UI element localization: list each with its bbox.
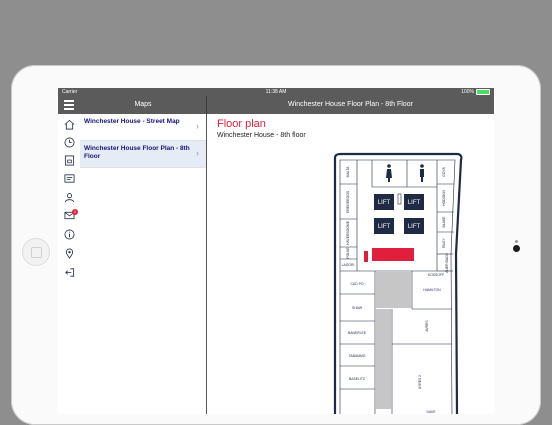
sensor-dot bbox=[515, 240, 518, 243]
room-label: GREGREGOS bbox=[346, 190, 350, 213]
list-item-label: Winchester House Floor Plan - 8th Floor bbox=[84, 145, 190, 160]
room-label: LAGORI bbox=[342, 263, 355, 267]
lift-label: LIFT bbox=[378, 200, 391, 206]
coffee-machine-icon[interactable] bbox=[64, 155, 75, 166]
floor-plan-detail: Floor plan Winchester House - 8th floor bbox=[207, 114, 494, 414]
battery-percent: 100% bbox=[461, 89, 474, 95]
lift-label: LIFT bbox=[408, 224, 421, 230]
id-card-icon[interactable] bbox=[64, 173, 75, 184]
room-label: BANERLEE bbox=[348, 331, 367, 335]
icon-sidebar: 1 bbox=[58, 114, 81, 414]
floor-plan-map[interactable]: LIFT LIFT LIFT LIFT MALTA GREGREGOS HAVE… bbox=[207, 114, 494, 414]
info-icon[interactable] bbox=[64, 229, 75, 240]
hamburger-menu-icon[interactable] bbox=[64, 100, 74, 110]
lift-label: LIFT bbox=[378, 224, 391, 230]
room-label: KOSSOFF bbox=[428, 273, 444, 277]
camera-icon bbox=[513, 245, 520, 252]
room-label: AUER BACH bbox=[445, 253, 449, 273]
reception-area[interactable] bbox=[372, 248, 414, 261]
list-item-floor-plan[interactable]: Winchester House Floor Plan - 8th Floor … bbox=[80, 141, 206, 168]
room-label: HAMILTON bbox=[423, 288, 441, 292]
room-label: TABAMMO bbox=[349, 354, 366, 358]
location-pin-icon[interactable] bbox=[64, 248, 75, 259]
home-icon[interactable] bbox=[64, 119, 75, 130]
chevron-right-icon: › bbox=[196, 148, 199, 158]
chevron-right-icon: › bbox=[196, 121, 199, 131]
app-screen: Carrier 11:38 AM 100% Maps Winchester Ho… bbox=[58, 88, 494, 414]
battery-status: 100% bbox=[461, 88, 490, 96]
room-label: RILEY bbox=[442, 237, 446, 248]
status-time: 11:38 AM bbox=[265, 89, 287, 95]
list-item-label: Winchester House - Street Map bbox=[84, 118, 180, 125]
mail-badge: 1 bbox=[72, 209, 78, 215]
status-bar: Carrier 11:38 AM 100% bbox=[58, 88, 494, 96]
room-label: GOYA bbox=[442, 166, 446, 176]
home-button[interactable] bbox=[22, 238, 50, 266]
room-label: CAD PO bbox=[351, 282, 364, 286]
maps-nav-title: Maps bbox=[134, 101, 152, 108]
battery-icon bbox=[476, 89, 490, 95]
list-item-street-map[interactable]: Winchester House - Street Map › bbox=[80, 114, 206, 141]
room-label: DAVE bbox=[427, 410, 437, 414]
logout-icon[interactable] bbox=[64, 267, 75, 278]
room-label: SHAW bbox=[352, 306, 363, 310]
room-label: HODGKIN bbox=[442, 190, 446, 206]
contacts-icon[interactable] bbox=[64, 192, 75, 203]
room-label: MALTA bbox=[346, 166, 350, 178]
room-label: BASELITZ bbox=[349, 377, 365, 381]
room-label: POLKE bbox=[346, 247, 350, 259]
clock-icon[interactable] bbox=[64, 137, 75, 148]
maps-list: Winchester House - Street Map › Winchest… bbox=[80, 114, 206, 414]
detail-nav-title: Winchester House Floor Plan - 8th Floor bbox=[288, 101, 413, 108]
room-label: BLAKE bbox=[442, 216, 446, 228]
lift-label: LIFT bbox=[408, 200, 421, 206]
room-label: HAVERSOOME bbox=[346, 220, 350, 245]
navigation-bar: Maps Winchester House Floor Plan - 8th F… bbox=[58, 96, 494, 114]
room-label: AYRES 2 bbox=[418, 375, 422, 389]
room-label: AVRES bbox=[425, 320, 429, 332]
